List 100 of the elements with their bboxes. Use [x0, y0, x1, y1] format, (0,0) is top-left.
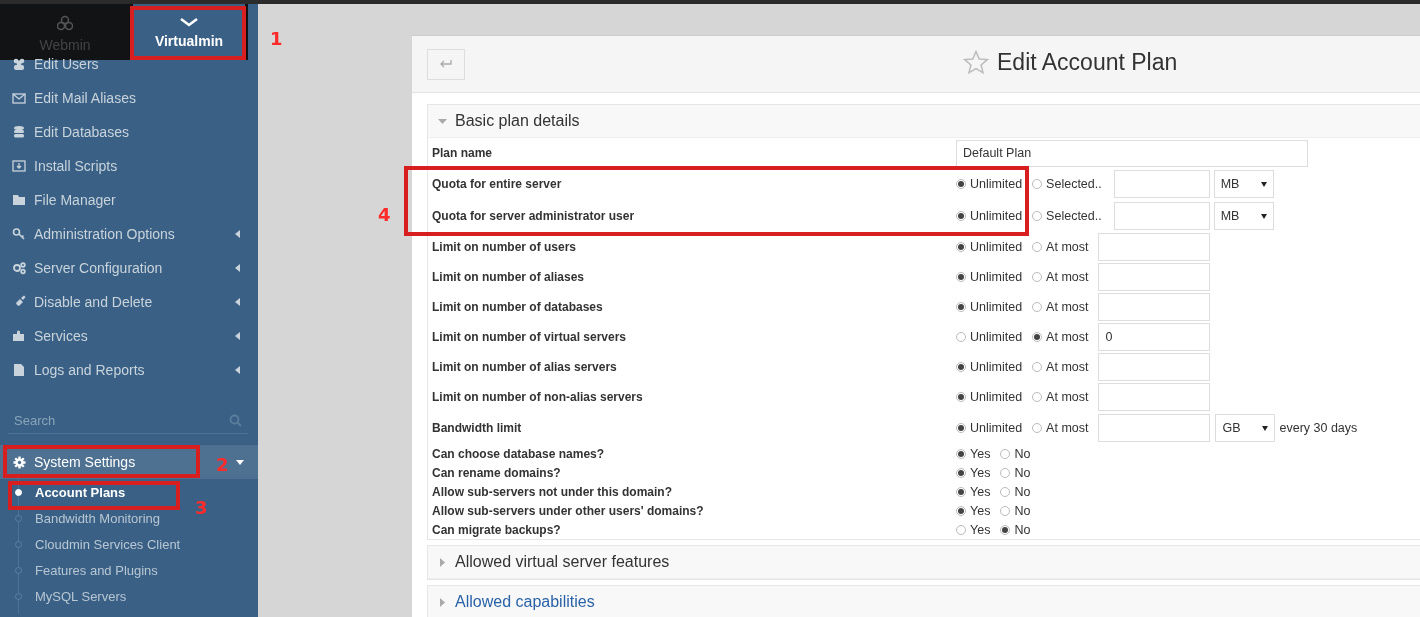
return-arrow-icon	[439, 59, 453, 69]
submenu-item[interactable]: Bandwidth Monitoring	[19, 511, 161, 526]
field-label: Limit on number of virtual servers	[432, 330, 628, 344]
section-title: Basic plan details	[455, 112, 580, 130]
caret-icon	[235, 366, 240, 374]
radio-label: Unlimited	[970, 240, 1023, 254]
caret-icon	[438, 557, 447, 567]
download-icon	[12, 159, 26, 173]
submenu-item[interactable]: Features and Plugins	[19, 563, 158, 578]
radio-label: At most	[1046, 270, 1089, 284]
field-label: Plan name	[432, 146, 494, 160]
radio-label: Yes	[970, 522, 991, 537]
unit-dropdown[interactable]: MB	[1213, 170, 1274, 198]
unit-dropdown[interactable]: MB	[1213, 202, 1274, 230]
caret-icon	[236, 459, 244, 465]
bullet-icon	[15, 593, 22, 600]
field-label: Quota for entire server	[432, 177, 563, 191]
limit-field[interactable]	[1098, 353, 1211, 381]
radio-label: Yes	[970, 484, 991, 499]
caret-icon	[438, 597, 447, 607]
search-icon	[229, 413, 242, 427]
limit-field[interactable]: 0	[1098, 323, 1211, 351]
radio-label: At most	[1046, 390, 1089, 404]
section-title: Allowed capabilities	[455, 593, 595, 611]
radio-label: No	[1014, 446, 1031, 461]
bullet-icon	[15, 489, 22, 496]
database-icon	[12, 125, 26, 139]
menu-item[interactable]: Edit Mail Aliases	[0, 81, 258, 115]
radio-button[interactable]	[956, 272, 966, 282]
field-label: Limit on number of non-alias servers	[432, 390, 644, 404]
document-icon	[12, 363, 26, 377]
radio-label: Selected..	[1046, 177, 1102, 191]
envelope-icon	[12, 91, 26, 105]
radio-label: No	[1014, 484, 1031, 499]
menu-item[interactable]: Server Configuration	[0, 251, 258, 285]
field-label: Allow sub-servers not under this domain?	[432, 484, 674, 499]
key-icon	[12, 227, 26, 241]
step-number: 1	[270, 30, 283, 48]
field-label: Limit on number of aliases	[432, 270, 586, 284]
field-label: Limit on number of alias servers	[432, 360, 618, 374]
radio-label: At most	[1046, 240, 1089, 254]
radio-label: Unlimited	[970, 421, 1023, 435]
section-header[interactable]: Basic plan details	[428, 105, 1420, 138]
unit-dropdown[interactable]: GB	[1215, 414, 1276, 442]
quota-field[interactable]	[1113, 170, 1210, 198]
step-number: 2	[216, 456, 229, 474]
radio-label: Selected..	[1046, 209, 1102, 223]
period-label: every 30 days	[1279, 421, 1358, 435]
radio-button[interactable]	[956, 179, 966, 189]
radio-button[interactable]	[956, 242, 966, 252]
radio-label: At most	[1046, 421, 1089, 435]
caret-icon	[235, 264, 240, 272]
menu-item[interactable]: File Manager	[0, 183, 258, 217]
radio-button[interactable]	[956, 211, 966, 221]
section-header[interactable]: Allowed virtual server features	[428, 546, 1420, 579]
plan-name-field[interactable]: Default Plan	[956, 139, 1308, 167]
radio-label: Unlimited	[970, 390, 1023, 404]
field-label: Bandwidth limit	[432, 421, 523, 435]
menu-item[interactable]: Disable and Delete	[0, 285, 258, 319]
caret-icon	[235, 298, 240, 306]
radio-button[interactable]	[956, 362, 966, 372]
field-label: Limit on number of databases	[432, 300, 604, 314]
radio-label: Yes	[970, 503, 991, 518]
menu-item[interactable]: Services	[0, 319, 258, 353]
puzzle-icon	[12, 329, 26, 343]
radio-label: Unlimited	[970, 177, 1023, 191]
limit-field[interactable]	[1098, 263, 1211, 291]
chevron-icon	[179, 16, 199, 27]
back-button[interactable]	[427, 48, 465, 80]
menu-item[interactable]: Administration Options	[0, 217, 258, 251]
radio-button[interactable]	[956, 423, 966, 433]
bullet-icon	[15, 515, 22, 522]
radio-label: Yes	[970, 446, 991, 461]
logo-icon	[57, 15, 73, 31]
bullet-icon	[15, 541, 22, 548]
menu-item[interactable]: Edit Databases	[0, 115, 258, 149]
limit-field[interactable]	[1098, 383, 1211, 411]
radio-button[interactable]	[956, 392, 966, 402]
menu-item[interactable]: Logs and Reports	[0, 353, 258, 387]
limit-field[interactable]	[1098, 293, 1211, 321]
gears-icon	[12, 261, 26, 275]
section-header[interactable]: Allowed capabilities	[428, 586, 1420, 617]
field-label: Can migrate backups?	[432, 522, 562, 537]
radio-label: Unlimited	[970, 330, 1023, 344]
field-label: Can rename domains?	[432, 465, 562, 480]
menu-item[interactable]: Install Scripts	[0, 149, 258, 183]
submenu-item[interactable]: Account Plans	[19, 485, 126, 500]
field-label: Quota for server administrator user	[432, 209, 636, 223]
search-field[interactable]: Search	[14, 412, 229, 428]
limit-field[interactable]	[1098, 414, 1211, 442]
star-icon[interactable]	[963, 50, 989, 75]
radio-label: Unlimited	[970, 270, 1023, 284]
radio-label: Unlimited	[970, 209, 1023, 223]
limit-field[interactable]	[1098, 233, 1211, 261]
bullet-icon	[15, 567, 22, 574]
submenu-item[interactable]: MySQL Servers	[19, 589, 127, 604]
radio-button[interactable]	[956, 302, 966, 312]
quota-field[interactable]	[1113, 202, 1210, 230]
dropdown-arrow-icon	[1260, 213, 1267, 219]
submenu-item[interactable]: Cloudmin Services Client	[19, 537, 181, 552]
